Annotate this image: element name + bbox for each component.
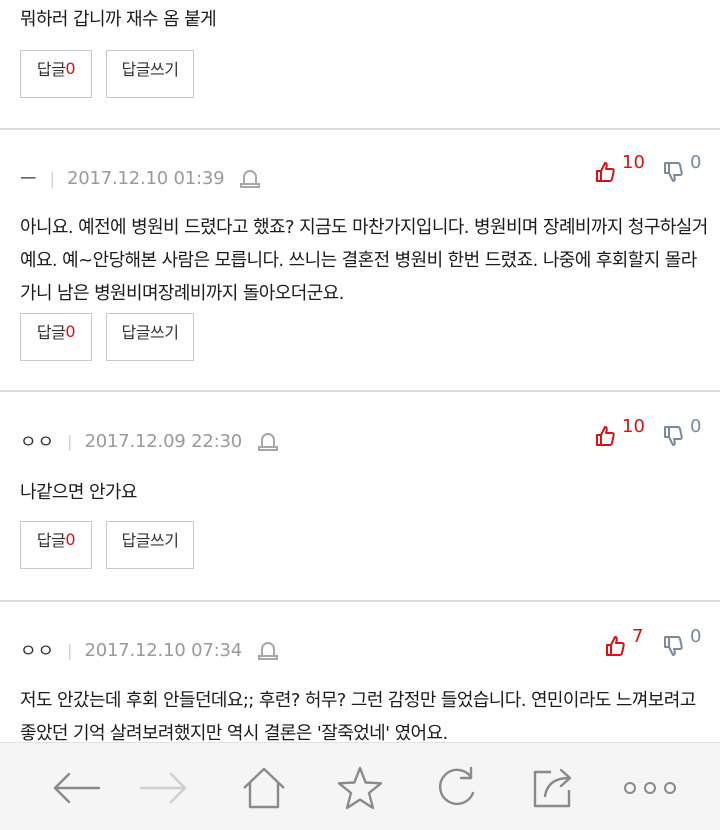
comment-date: 2017.12.10 01:39 (66, 167, 225, 189)
downvote-button[interactable]: 0 (662, 626, 701, 658)
thumbs-down-icon (664, 636, 683, 656)
thumbs-up-icon (606, 636, 625, 656)
meta-separator: | (67, 431, 73, 451)
thumbs-down-icon (664, 426, 683, 446)
bookmark-button[interactable] (334, 765, 386, 811)
reply-label: 답글 (36, 323, 66, 342)
thumbs-up-icon (596, 162, 615, 182)
comment-date: 2017.12.10 07:34 (84, 639, 243, 661)
upvote-button[interactable]: 10 (594, 416, 645, 448)
comment-meta: ㅡ | 2017.12.10 01:39 (20, 163, 262, 193)
reply-label: 답글 (36, 60, 66, 79)
back-arrow-icon (53, 772, 101, 804)
share-icon (533, 768, 572, 808)
comment-text: 저도 안갔는데 후회 안들던데요;; 후련? 허무? 그런 감정만 들었습니다.… (20, 690, 696, 742)
write-reply-button[interactable]: 답글쓰기 (106, 521, 194, 569)
downvote-button[interactable]: 0 (662, 152, 701, 184)
browser-toolbar (0, 742, 720, 830)
reply-count-button[interactable]: 답글 0 (20, 313, 92, 361)
reply-count-button[interactable]: 답글 0 (20, 50, 92, 98)
comment-author: ㅇㅇ (20, 641, 56, 662)
reply-count: 0 (65, 529, 76, 549)
comment-author: ㅡ (20, 169, 38, 190)
comment-meta: ㅇㅇ | 2017.12.10 07:34 (20, 635, 280, 665)
share-button[interactable] (526, 765, 578, 811)
thumbs-up-icon (596, 426, 615, 446)
comment-item: ㅇㅇ | 2017.12.09 22:30 10 0 나같으면 안가요 답글 0 … (0, 392, 720, 600)
forward-arrow-icon (139, 772, 187, 804)
refresh-button[interactable] (430, 765, 482, 811)
comment-item: ㅡ | 2017.12.10 01:39 10 0 아니요. 예전에 병원비 드… (0, 130, 720, 390)
comment-item: 뭐하러 갑니까 재수 옴 붙게 답글 0 답글쓰기 (0, 0, 720, 128)
downvote-count: 0 (690, 416, 702, 437)
write-reply-button[interactable]: 답글쓰기 (106, 313, 194, 361)
downvote-button[interactable]: 0 (662, 416, 701, 448)
write-reply-button[interactable]: 답글쓰기 (106, 50, 194, 98)
star-icon (337, 766, 383, 810)
upvote-count: 10 (622, 416, 645, 437)
home-icon (243, 767, 285, 809)
meta-separator: | (49, 168, 55, 188)
more-button[interactable] (620, 765, 680, 811)
comment-text: 아니요. 예전에 병원비 드렸다고 했죠? 지금도 마찬가지입니다. 병원비며 … (20, 217, 708, 304)
comment-text: 나같으면 안가요 (20, 482, 137, 503)
reply-label: 답글 (36, 531, 66, 550)
meta-separator: | (67, 640, 73, 660)
report-siren-icon[interactable] (256, 429, 280, 453)
reply-count: 0 (65, 321, 76, 341)
home-button[interactable] (238, 765, 290, 811)
comment-text: 뭐하러 갑니까 재수 옴 붙게 (20, 9, 217, 30)
comment-meta: ㅇㅇ | 2017.12.09 22:30 (20, 426, 280, 456)
thumbs-down-icon (664, 162, 683, 182)
upvote-button[interactable]: 7 (604, 626, 643, 658)
comment-author: ㅇㅇ (20, 432, 56, 453)
comment-feed: 뭐하러 갑니까 재수 옴 붙게 답글 0 답글쓰기 ㅡ | 2017.12.10 … (0, 0, 720, 742)
upvote-count: 10 (622, 152, 645, 173)
report-siren-icon[interactable] (238, 166, 262, 190)
reply-count-button[interactable]: 답글 0 (20, 521, 92, 569)
reply-count: 0 (65, 58, 76, 78)
downvote-count: 0 (690, 626, 702, 647)
comment-item: ㅇㅇ | 2017.12.10 07:34 7 0 저도 안갔는데 후회 안들던… (0, 602, 720, 742)
comment-date: 2017.12.09 22:30 (84, 430, 243, 452)
report-siren-icon[interactable] (256, 638, 280, 662)
back-button[interactable] (50, 765, 102, 811)
downvote-count: 0 (690, 152, 702, 173)
upvote-count: 7 (632, 626, 644, 647)
refresh-icon (438, 766, 475, 806)
more-icon (624, 782, 676, 794)
upvote-button[interactable]: 10 (594, 152, 645, 184)
forward-button[interactable] (138, 765, 190, 811)
